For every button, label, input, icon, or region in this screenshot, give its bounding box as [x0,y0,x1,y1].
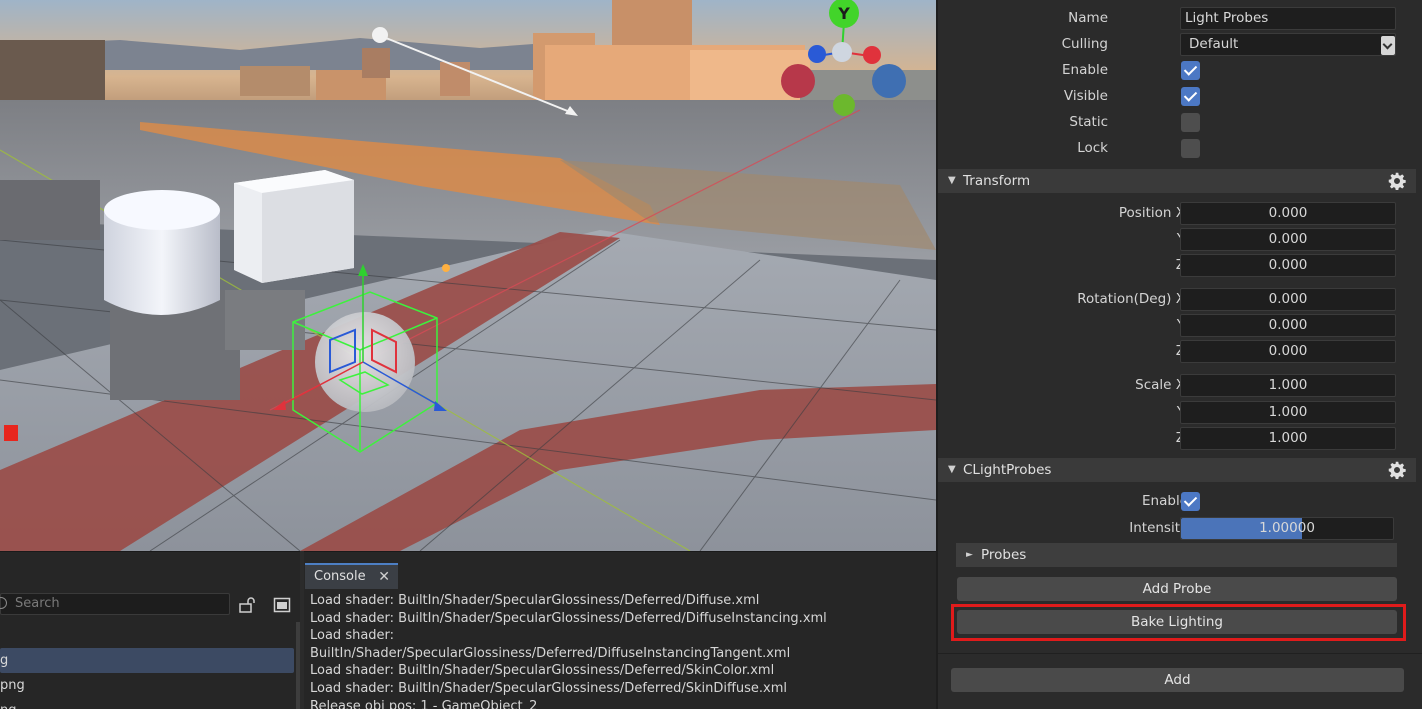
rotation-x-field[interactable]: 0.000 [1180,288,1396,311]
inspector-panel: Name Light Probes Culling Default Enable… [936,0,1422,709]
asset-list: g png ng [0,648,294,709]
intensity-value: 1.00000 [1259,520,1315,536]
rotation-x-label: Rotation(Deg) X [1077,291,1185,307]
add-component-button[interactable]: Add [951,668,1404,692]
asset-browser-panel: Search g png ng [0,551,300,709]
asset-item[interactable]: png [0,673,294,698]
gear-icon[interactable] [1388,461,1406,479]
console-line: Load shader: BuiltIn/Shader/SpecularGlos… [310,680,788,696]
add-probe-button[interactable]: Add Probe [957,577,1397,601]
scene-viewport[interactable]: Y [0,0,936,551]
console-line: Load shader: BuiltIn/Shader/SpecularGlos… [310,593,760,608]
editor-window: Y Search g png ng Console ✕ Loa [0,0,1422,709]
close-icon[interactable]: ✕ [378,565,390,589]
scene-render: Y [0,0,936,551]
scale-z-field[interactable]: 1.000 [1180,427,1396,450]
static-checkbox[interactable] [1181,113,1200,132]
static-label: Static [1069,114,1108,130]
console-line: Release obj pos: 1 - GameObject_2 [310,698,538,709]
window-icon[interactable] [273,596,291,614]
asset-search-placeholder: Search [15,596,60,611]
asset-item[interactable]: g [0,648,294,673]
probes-foldout[interactable]: ► Probes [956,543,1397,567]
lock-label: Lock [1077,140,1108,156]
rotation-y-field[interactable]: 0.000 [1180,314,1396,337]
search-icon [0,597,7,609]
scale-x-field[interactable]: 1.000 [1180,374,1396,397]
transform-title: Transform [963,173,1031,189]
gizmo-y-axis-label: Y [837,4,850,23]
asset-scrollbar[interactable] [296,622,300,709]
tab-console[interactable]: Console ✕ [305,563,398,589]
gear-icon[interactable] [1388,172,1406,190]
probes-label: Probes [981,547,1027,563]
visible-checkbox[interactable] [1181,87,1200,106]
unlock-icon[interactable] [238,596,256,614]
name-field[interactable]: Light Probes [1180,7,1396,30]
position-z-field[interactable]: 0.000 [1180,254,1396,277]
probes-enable-checkbox[interactable] [1181,492,1200,511]
rotation-z-field[interactable]: 0.000 [1180,340,1396,363]
console-panel: Console ✕ Load shader: BuiltIn/Shader/Sp… [304,551,936,709]
lock-checkbox[interactable] [1181,139,1200,158]
console-tab-label: Console [314,569,366,584]
scale-y-field[interactable]: 1.000 [1180,401,1396,424]
collapse-triangle-icon: ▼ [948,175,956,186]
position-x-label: Position X [1118,205,1185,221]
chevron-down-icon [1381,36,1395,55]
asset-search-input[interactable]: Search [0,593,230,615]
name-label: Name [1068,10,1108,26]
culling-label: Culling [1061,36,1108,52]
divider [938,653,1422,654]
bake-lighting-button[interactable]: Bake Lighting [957,610,1397,634]
culling-value: Default [1189,36,1239,52]
console-line: Load shader: BuiltIn/Shader/SpecularGlos… [310,610,827,626]
console-line: BuiltIn/Shader/SpecularGlossiness/Deferr… [310,645,791,661]
enable-checkbox[interactable] [1181,61,1200,80]
collapse-triangle-icon: ▼ [948,464,956,475]
transform-section-header[interactable]: ▼ Transform [938,169,1416,193]
visible-label: Visible [1063,88,1108,104]
position-y-field[interactable]: 0.000 [1180,228,1396,251]
intensity-slider[interactable]: 1.00000 [1180,517,1394,540]
console-line: Load shader: BuiltIn/Shader/SpecularGlos… [310,663,775,679]
culling-dropdown[interactable]: Default [1180,33,1396,56]
console-log: Load shader: BuiltIn/Shader/SpecularGlos… [310,592,930,709]
asset-item[interactable]: ng [0,698,294,709]
scale-x-label: Scale X [1135,377,1185,393]
console-line: Load shader: [310,628,395,644]
light-probes-title: CLightProbes [963,462,1052,478]
light-probes-section-header[interactable]: ▼ CLightProbes [938,458,1416,482]
position-x-field[interactable]: 0.000 [1180,202,1396,225]
expand-triangle-icon: ► [966,550,973,560]
enable-label: Enable [1062,62,1108,78]
